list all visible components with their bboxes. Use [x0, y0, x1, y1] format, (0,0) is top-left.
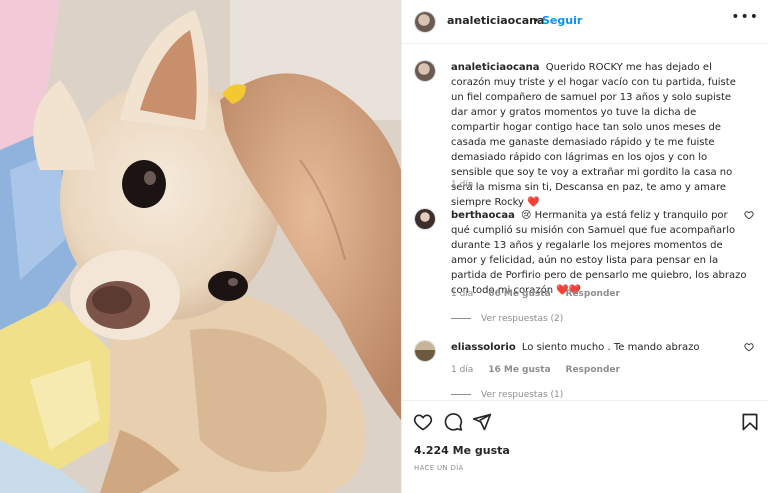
comment-time[interactable]: 1 día	[451, 365, 473, 375]
caption-avatar[interactable]	[414, 60, 436, 82]
comment-meta: 1 día 16 Me gusta Responder	[451, 365, 632, 375]
chihuahua-photo	[0, 0, 401, 493]
caption-meta: 1 día	[451, 180, 485, 190]
replies-line	[451, 394, 471, 395]
post-actions: 4.224 Me gusta HACE UN DÍA	[402, 400, 768, 493]
comment-meta: 1 día 66 Me gusta Responder	[451, 289, 632, 299]
comments-list[interactable]: analeticiaocana Querido ROCKY me has dej…	[402, 44, 768, 400]
post-sidebar: analeticiaocana • Seguir ••• analeticiao…	[401, 0, 768, 493]
heart-icon[interactable]	[413, 412, 433, 432]
comment-text-block: berthaocaa 😢 Hermanita ya está feliz y t…	[451, 208, 748, 298]
replies-line	[451, 318, 471, 319]
caption-time[interactable]: 1 día	[451, 180, 473, 190]
follow-button[interactable]: Seguir	[542, 14, 582, 27]
comment-likes[interactable]: 16 Me gusta	[488, 365, 550, 375]
caption-text-block: analeticiaocana Querido ROCKY me has dej…	[451, 60, 748, 210]
reply-button[interactable]: Responder	[566, 365, 620, 375]
caption-username[interactable]: analeticiaocana	[451, 62, 540, 73]
view-replies-label[interactable]: Ver respuestas (2)	[481, 314, 563, 324]
comment-icon[interactable]	[443, 412, 463, 432]
likes-count[interactable]: 4.224 Me gusta	[414, 444, 510, 457]
view-replies[interactable]: Ver respuestas (1)	[451, 390, 563, 400]
crying-emoji: 😢	[521, 210, 532, 221]
comment-text-block: eliassolorio Lo siento mucho . Te mando …	[451, 340, 748, 355]
header-separator: •	[533, 14, 540, 27]
share-icon[interactable]	[472, 412, 492, 432]
comment-text: Lo siento mucho . Te mando abrazo	[521, 342, 700, 353]
comment-username[interactable]: berthaocaa	[451, 210, 515, 221]
post-header: analeticiaocana • Seguir •••	[402, 0, 768, 44]
like-comment-heart-icon[interactable]	[744, 342, 754, 352]
caption-text: Querido ROCKY me has dejado el corazón m…	[451, 62, 736, 208]
bookmark-icon[interactable]	[740, 412, 760, 432]
comment-text: Hermanita ya está feliz y tranquilo por …	[451, 210, 747, 296]
more-horizontal-icon[interactable]: •••	[731, 9, 759, 25]
view-replies-label[interactable]: Ver respuestas (1)	[481, 390, 563, 400]
author-avatar[interactable]	[414, 11, 436, 33]
comment-username[interactable]: eliassolorio	[451, 342, 516, 353]
like-comment-heart-icon[interactable]	[744, 210, 754, 220]
post-photo[interactable]	[0, 0, 401, 493]
instagram-post: analeticiaocana • Seguir ••• analeticiao…	[0, 0, 768, 493]
comment-avatar[interactable]	[414, 340, 436, 362]
author-username[interactable]: analeticiaocana	[447, 14, 544, 27]
heart-emoji: ❤️	[527, 197, 540, 208]
comment-avatar[interactable]	[414, 208, 436, 230]
comment-time[interactable]: 1 día	[451, 289, 473, 299]
post-timestamp[interactable]: HACE UN DÍA	[414, 464, 464, 472]
comment-likes[interactable]: 66 Me gusta	[488, 289, 550, 299]
reply-button[interactable]: Responder	[566, 289, 620, 299]
view-replies[interactable]: Ver respuestas (2)	[451, 314, 563, 324]
